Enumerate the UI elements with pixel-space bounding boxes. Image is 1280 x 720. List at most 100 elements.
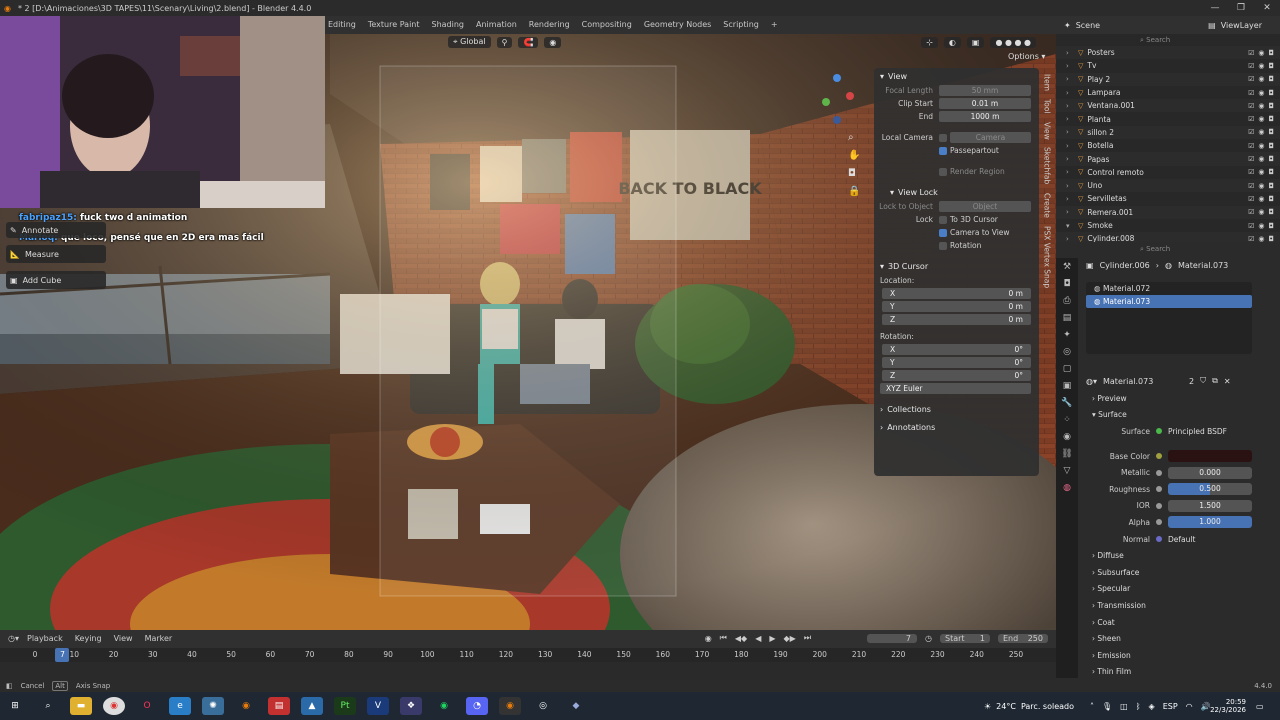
expand-arrow-icon[interactable]: › bbox=[1066, 168, 1069, 176]
workspace-tab-scripting[interactable]: Scripting bbox=[717, 16, 765, 34]
material-browse-icon[interactable]: ◍▾ bbox=[1086, 377, 1097, 386]
eye-icon[interactable]: ◉ bbox=[1258, 208, 1264, 216]
lock-icon[interactable]: 🔒 bbox=[848, 186, 860, 197]
minimize-button[interactable]: — bbox=[1202, 3, 1228, 13]
expand-arrow-icon[interactable]: › bbox=[1066, 208, 1069, 216]
outliner-item[interactable]: › ▽ Planta ☑ ◉ ◘ bbox=[1056, 112, 1280, 125]
outliner-item[interactable]: › ▽ Remera.001 ☑ ◉ ◘ bbox=[1056, 205, 1280, 219]
camera-icon[interactable]: ◘ bbox=[1268, 182, 1274, 190]
view-section-header[interactable]: ▾ View bbox=[874, 68, 1039, 84]
eye-icon[interactable]: ◉ bbox=[1258, 155, 1264, 163]
maximize-button[interactable]: ❐ bbox=[1228, 3, 1254, 13]
cursor-rot-field[interactable]: Y 0° bbox=[882, 357, 1031, 368]
subpanel-coat[interactable]: › Coat bbox=[1056, 614, 1280, 631]
timeline-menu-keying[interactable]: Keying bbox=[75, 634, 102, 643]
blender-app-icon[interactable]: ◉ bbox=[235, 697, 257, 715]
cursor-loc-field[interactable]: Y 0 m bbox=[882, 301, 1031, 312]
constraints-tab-icon[interactable]: ⛓ bbox=[1061, 449, 1072, 459]
outliner-item[interactable]: › ▽ Papas ☑ ◉ ◘ bbox=[1056, 152, 1280, 166]
fake-user-icon[interactable]: ⛉ bbox=[1200, 376, 1206, 386]
metallic-field[interactable]: 0.000 bbox=[1168, 466, 1252, 479]
check-icon[interactable]: ☑ bbox=[1248, 195, 1254, 203]
user-count[interactable]: 2 bbox=[1189, 377, 1194, 386]
roughness-field[interactable]: 0.500 bbox=[1168, 483, 1252, 496]
camera-icon[interactable]: ◘ bbox=[1268, 208, 1274, 216]
obs-icon[interactable]: ◎ bbox=[532, 697, 554, 715]
check-icon[interactable]: ☑ bbox=[1248, 182, 1254, 190]
view-lock-header[interactable]: ▾ View Lock bbox=[874, 184, 1039, 200]
camera-icon[interactable]: ◘ bbox=[1268, 102, 1274, 110]
network-icon[interactable]: ◫ bbox=[1120, 702, 1128, 711]
gizmo-y-icon[interactable] bbox=[822, 98, 830, 106]
camera-icon[interactable]: ◘ bbox=[1268, 168, 1274, 176]
expand-arrow-icon[interactable]: › bbox=[1066, 75, 1069, 83]
prev-key-icon[interactable]: ◀◆ bbox=[735, 634, 747, 643]
camera-icon[interactable]: ◘ bbox=[1268, 142, 1274, 150]
tool-add-cube[interactable]: ▣ Add Cube bbox=[6, 271, 106, 289]
zoom-icon[interactable]: ⌕ bbox=[848, 132, 860, 143]
file-explorer-icon[interactable]: ▬ bbox=[70, 697, 92, 715]
pivot-icon[interactable]: ⚲ bbox=[496, 36, 513, 48]
workspace-tab-animation[interactable]: Animation bbox=[470, 16, 523, 34]
check-icon[interactable]: ☑ bbox=[1248, 208, 1254, 216]
scene-tab-icon[interactable]: ✦ bbox=[1063, 330, 1071, 340]
object-tab-icon[interactable]: ▣ bbox=[1063, 381, 1072, 391]
lock-object-field[interactable]: Object bbox=[939, 201, 1031, 212]
outliner-item[interactable]: › ▽ Uno ☑ ◉ ◘ bbox=[1056, 178, 1280, 193]
alpha-field[interactable]: 1.000 bbox=[1168, 516, 1252, 529]
check-icon[interactable]: ☑ bbox=[1248, 49, 1254, 57]
material-selector[interactable]: ◍▾ Material.073 2 ⛉ ⧉ ✕ bbox=[1056, 372, 1280, 390]
workspace-tab-compositing[interactable]: Compositing bbox=[576, 16, 638, 34]
modifier-tab-icon[interactable]: 🔧 bbox=[1061, 398, 1072, 408]
base-color-swatch[interactable] bbox=[1168, 450, 1252, 463]
timeline-menu-playback[interactable]: Playback bbox=[27, 634, 63, 643]
3d-cursor-header[interactable]: ▾ 3D Cursor bbox=[874, 258, 1039, 274]
timeline-track-area[interactable] bbox=[0, 662, 1056, 680]
eye-icon[interactable]: ◉ bbox=[1258, 102, 1264, 110]
camera-to-view-checkbox[interactable] bbox=[939, 228, 947, 237]
world-tab-icon[interactable]: ◎ bbox=[1063, 347, 1071, 357]
eye-icon[interactable]: ◉ bbox=[1258, 222, 1264, 230]
camera-view-icon[interactable]: ◘ bbox=[848, 168, 860, 179]
clip-start-field[interactable]: 0.01 m bbox=[939, 98, 1031, 109]
outliner-item[interactable]: ▾ ▽ Smoke ☑ ◉ ◘ bbox=[1056, 219, 1280, 232]
chrome-icon[interactable]: ◉ bbox=[103, 697, 125, 715]
cursor-rot-field[interactable]: X 0° bbox=[882, 344, 1031, 355]
clock[interactable]: 20:59 22/3/2026 bbox=[1210, 692, 1246, 720]
bluetooth-icon[interactable]: ᛒ bbox=[1136, 702, 1141, 711]
scene-name[interactable]: Scene bbox=[1076, 21, 1100, 30]
discord-icon[interactable]: ◔ bbox=[466, 697, 488, 715]
search-icon[interactable]: ⌕ bbox=[37, 697, 59, 715]
pt-app-icon[interactable]: Pt bbox=[334, 697, 356, 715]
timeline-menu-marker[interactable]: Marker bbox=[145, 634, 173, 643]
camera-icon[interactable]: ◘ bbox=[1268, 49, 1274, 57]
camera-icon[interactable]: ◘ bbox=[1268, 155, 1274, 163]
eye-icon[interactable]: ◉ bbox=[1258, 115, 1264, 123]
unlink-icon[interactable]: ✕ bbox=[1224, 377, 1231, 386]
surface-panel[interactable]: ▾ Surface bbox=[1056, 407, 1280, 424]
check-icon[interactable]: ☑ bbox=[1248, 102, 1254, 110]
to-3d-cursor-checkbox[interactable] bbox=[939, 215, 947, 224]
options-dropdown[interactable]: Options ▾ bbox=[1008, 52, 1045, 61]
subpanel-diffuse[interactable]: › Diffuse bbox=[1056, 547, 1280, 564]
spotify-icon[interactable]: ◉ bbox=[433, 697, 455, 715]
app-tray-icon[interactable]: ◈ bbox=[1149, 702, 1155, 711]
camera-icon[interactable]: ◘ bbox=[1268, 75, 1274, 83]
check-icon[interactable]: ☑ bbox=[1248, 168, 1254, 176]
editor-type-icon[interactable]: ◷▾ bbox=[8, 634, 19, 643]
outliner-item[interactable]: › ▽ Posters ☑ ◉ ◘ bbox=[1056, 46, 1280, 60]
tool-measure[interactable]: 📐 Measure bbox=[6, 245, 106, 263]
cursor-rot-field[interactable]: Z 0° bbox=[882, 370, 1031, 381]
gizmo-negz-icon[interactable] bbox=[833, 116, 841, 124]
tool-annotate[interactable]: ✎ Annotate bbox=[6, 222, 106, 238]
rotation-lock-checkbox[interactable] bbox=[939, 241, 947, 250]
annotations-header[interactable]: › Annotations bbox=[874, 419, 1039, 435]
sidebar-tab-create[interactable]: Create bbox=[1043, 193, 1052, 218]
outliner-item[interactable]: › ▽ Servilletas ☑ ◉ ◘ bbox=[1056, 192, 1280, 205]
eye-icon[interactable]: ◉ bbox=[1258, 75, 1264, 83]
camera-icon[interactable]: ◘ bbox=[1268, 115, 1274, 123]
output-tab-icon[interactable]: ⎙ bbox=[1063, 296, 1070, 306]
app-icon-4[interactable]: ◆ bbox=[565, 697, 587, 715]
transform-orientation[interactable]: ⌖ Global bbox=[448, 36, 491, 48]
app-icon-3[interactable]: ❖ bbox=[400, 697, 422, 715]
